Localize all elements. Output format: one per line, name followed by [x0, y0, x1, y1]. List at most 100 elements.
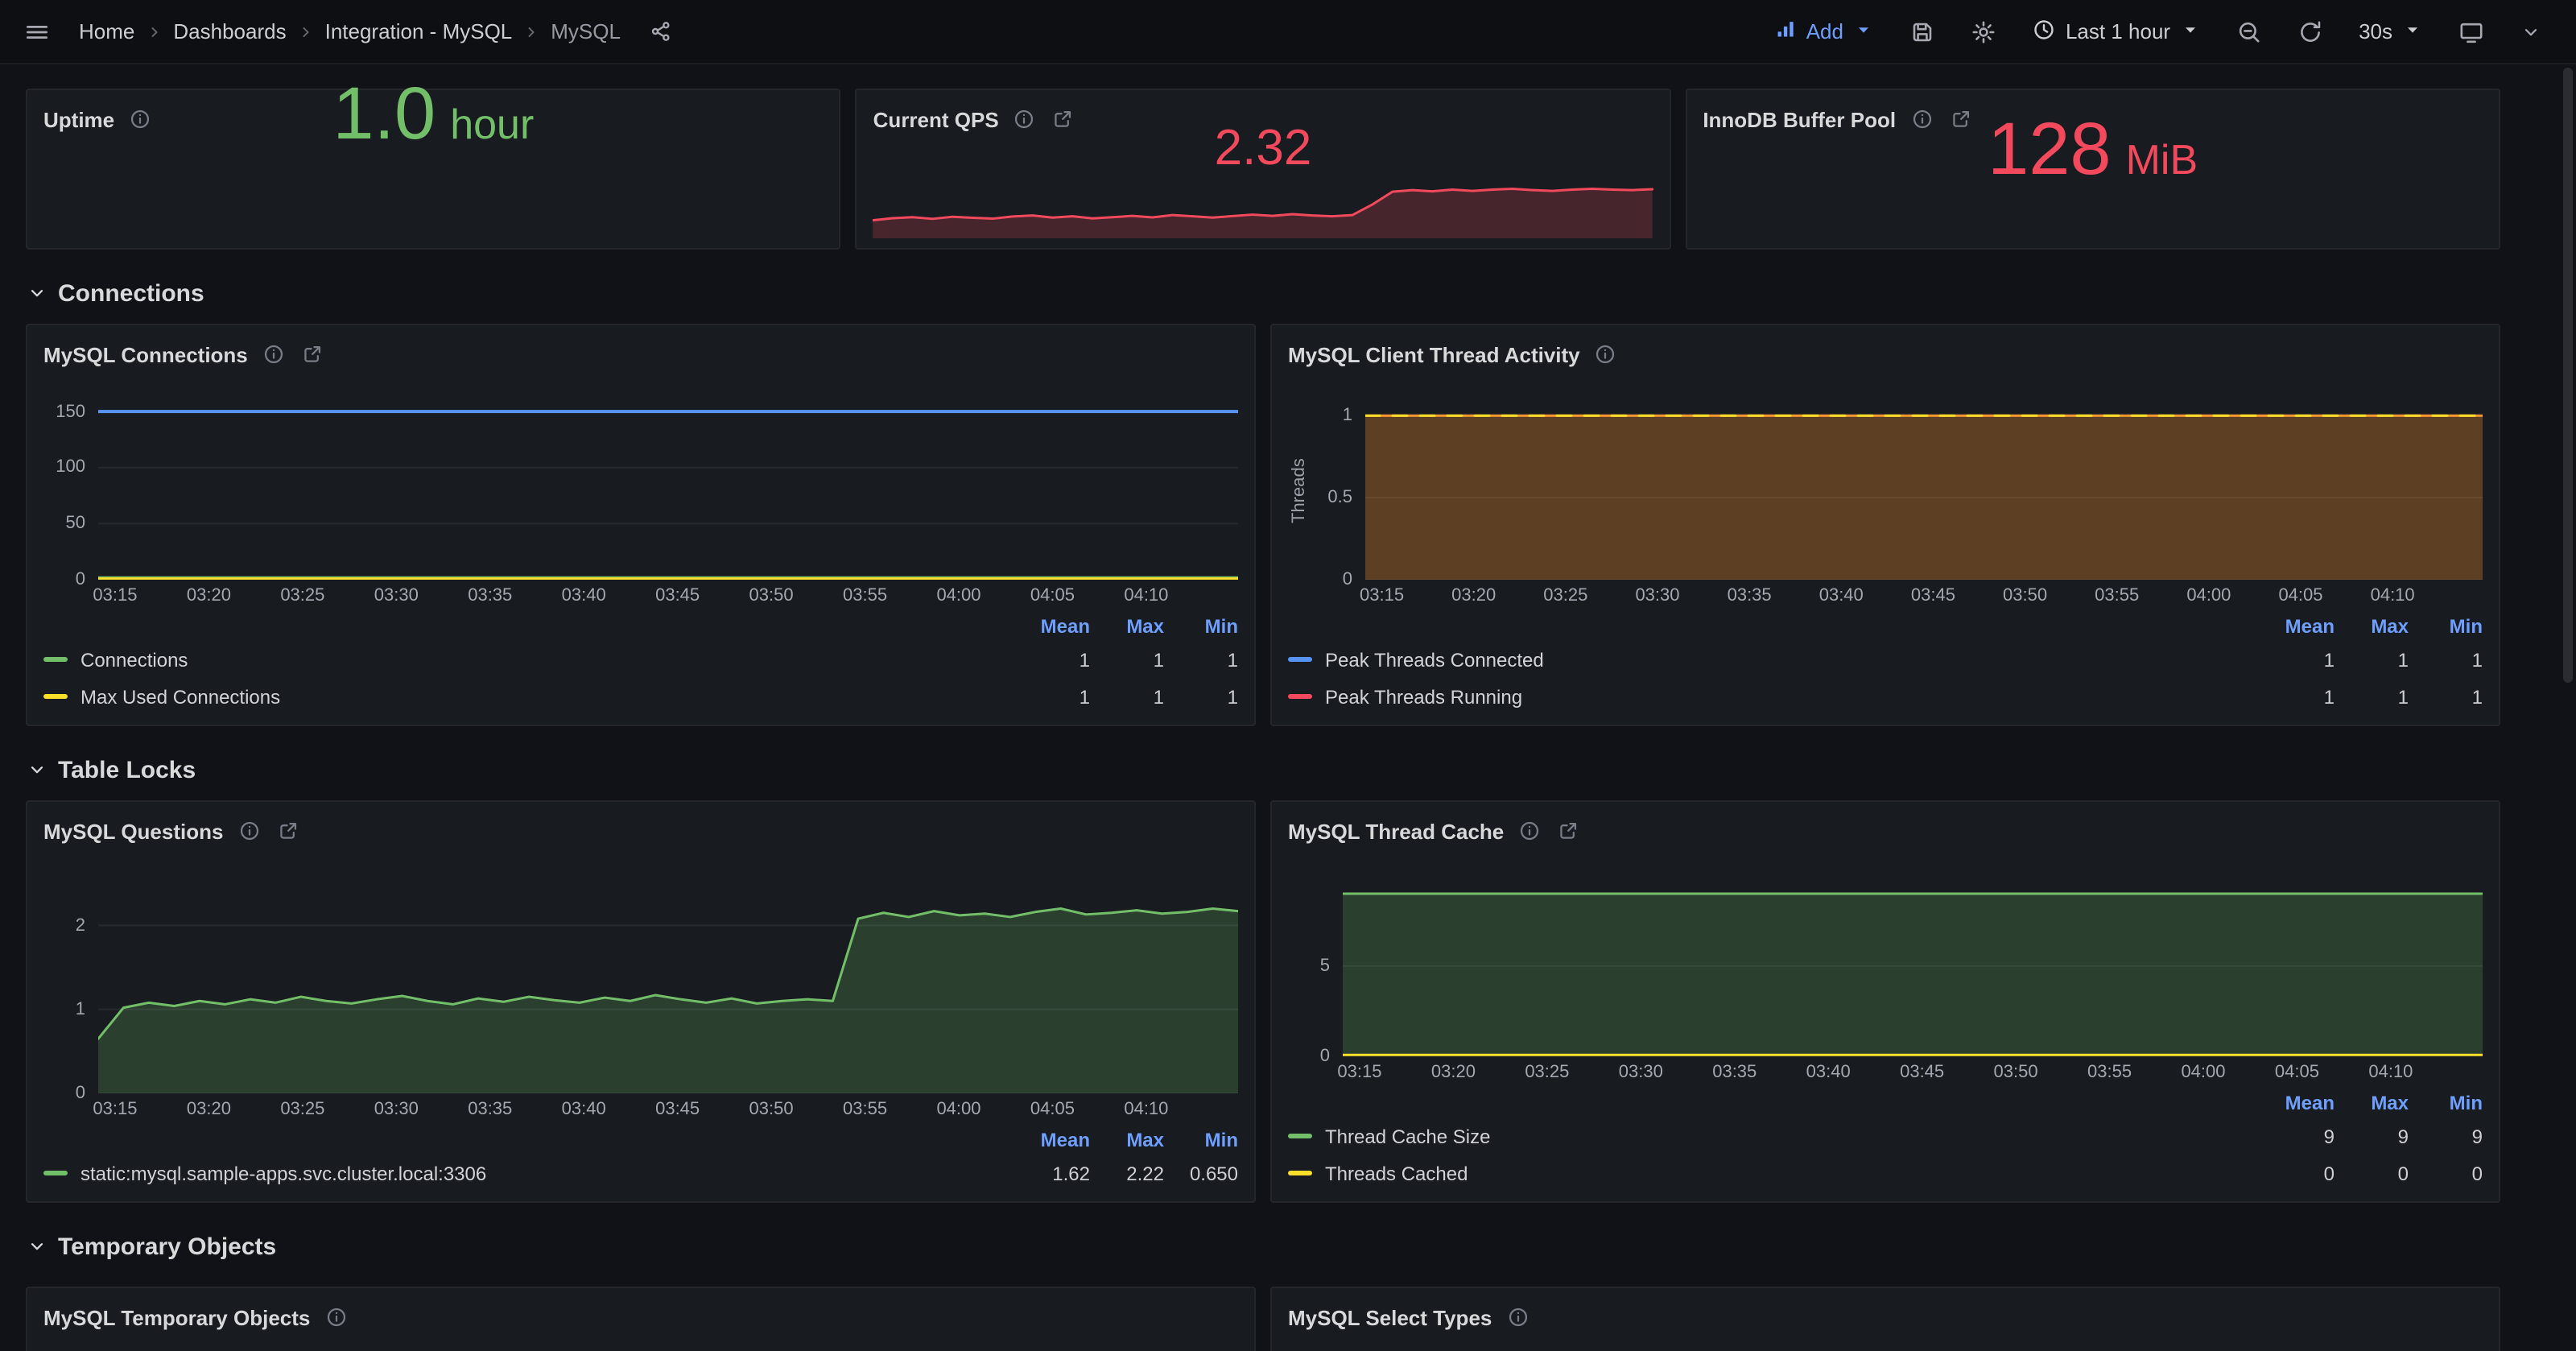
legend-series-name[interactable]: Thread Cache Size: [1325, 1125, 2260, 1147]
time-range-label: Last 1 hour: [2066, 19, 2170, 43]
info-icon[interactable]: [1013, 108, 1036, 130]
plot-area[interactable]: [98, 403, 1238, 580]
legend-sort-max[interactable]: Max: [2334, 1092, 2409, 1114]
tv-mode-icon[interactable]: [2454, 14, 2489, 49]
x-axis-tick: 03:35: [1712, 1063, 1757, 1082]
legend-sort-min[interactable]: Min: [2409, 1092, 2483, 1114]
legend-series-name[interactable]: Threads Cached: [1325, 1162, 2260, 1184]
legend-value: 0: [2334, 1162, 2409, 1184]
legend-series-name[interactable]: Peak Threads Running: [1325, 685, 2260, 708]
y-axis-tick: 0: [76, 570, 85, 589]
plot-area[interactable]: [98, 879, 1238, 1093]
panel-title-mysql-questions[interactable]: MySQL Questions: [43, 819, 223, 843]
stat-body: 128MiB: [1703, 138, 2483, 238]
panel-title-mysql-temporary-objects[interactable]: MySQL Temporary Objects: [43, 1305, 310, 1329]
plot-area[interactable]: [1343, 879, 2483, 1056]
dashboard-settings-icon[interactable]: [1966, 14, 2001, 49]
y-axis-tick: 150: [56, 402, 85, 421]
legend-sort-max[interactable]: Max: [1090, 615, 1164, 638]
legend-value: 1: [1016, 648, 1090, 671]
chevron-down-icon[interactable]: [2515, 15, 2547, 48]
section-header-table-locks[interactable]: Table Locks: [26, 749, 2500, 791]
legend-row: static:mysql.sample-apps.svc.cluster.loc…: [43, 1155, 1238, 1192]
share-icon[interactable]: [645, 14, 679, 48]
y-axis-label: Threads: [1288, 403, 1311, 580]
section-title: Temporary Objects: [58, 1233, 276, 1260]
legend-sort-max[interactable]: Max: [2334, 615, 2409, 638]
panel-header: MySQL Select Types: [1288, 1298, 2483, 1337]
legend: MeanMaxMinPeak Threads Connected111Peak …: [1288, 609, 2483, 715]
legend-value: 1: [2334, 648, 2409, 671]
legend-sort-min[interactable]: Min: [1164, 615, 1238, 638]
legend-series-name[interactable]: Max Used Connections: [80, 685, 1016, 708]
legend-sort-min[interactable]: Min: [2409, 615, 2483, 638]
legend-series-name[interactable]: Connections: [80, 648, 1016, 671]
legend-sort-mean[interactable]: Mean: [2260, 615, 2334, 638]
info-icon[interactable]: [1518, 820, 1541, 842]
legend-sort-mean[interactable]: Mean: [1016, 615, 1090, 638]
legend-sort-mean[interactable]: Mean: [2260, 1092, 2334, 1114]
panel-title-current-qps[interactable]: Current QPS: [873, 107, 999, 131]
info-icon[interactable]: [262, 343, 285, 366]
panel-header: MySQL Questions: [43, 812, 1238, 850]
external-link-icon[interactable]: [1557, 820, 1579, 842]
panel-mysql-temporary-objects: MySQL Temporary Objects: [26, 1287, 1256, 1351]
breadcrumb-item[interactable]: Dashboards: [165, 19, 294, 43]
panel-title-mysql-select-types[interactable]: MySQL Select Types: [1288, 1305, 1492, 1329]
external-link-icon[interactable]: [276, 820, 299, 842]
section-header-connections[interactable]: Connections: [26, 272, 2500, 314]
breadcrumb-item[interactable]: Home: [71, 19, 142, 43]
breadcrumb-item[interactable]: Integration - MySQL: [317, 19, 521, 43]
panel-title-mysql-thread-cache[interactable]: MySQL Thread Cache: [1288, 819, 1504, 843]
info-icon[interactable]: [324, 1306, 347, 1328]
external-link-icon[interactable]: [1949, 108, 1971, 130]
refresh-interval-picker[interactable]: 30s: [2354, 14, 2428, 49]
chart-canvas[interactable]: [1365, 403, 2483, 580]
panel-title-mysql-client-thread-activity[interactable]: MySQL Client Thread Activity: [1288, 342, 1580, 366]
panel-title-mysql-connections[interactable]: MySQL Connections: [43, 342, 248, 366]
plot-area[interactable]: [1365, 403, 2483, 580]
panel-innodb-buffer-pool: InnoDB Buffer Pool 128MiB: [1685, 89, 2500, 250]
x-axis-tick: 03:30: [1635, 586, 1679, 605]
legend-sort-min[interactable]: Min: [1164, 1129, 1238, 1151]
legend-series-name[interactable]: static:mysql.sample-apps.svc.cluster.loc…: [80, 1162, 1016, 1184]
zoom-out-time-icon[interactable]: [2231, 14, 2267, 49]
x-axis: 03:1503:2003:2503:3003:3503:4003:4503:50…: [1343, 1056, 2483, 1085]
legend-series-name[interactable]: Peak Threads Connected: [1325, 648, 2260, 671]
x-axis-tick: 04:05: [1030, 1100, 1075, 1119]
info-icon[interactable]: [1595, 343, 1617, 366]
info-icon[interactable]: [1506, 1306, 1529, 1328]
stats-row: Uptime1.0hourCurrent QPS2.32InnoDB Buffe…: [26, 89, 2500, 250]
scrollbar[interactable]: [2563, 68, 2573, 1348]
x-axis: 03:1503:2003:2503:3003:3503:4003:4503:50…: [98, 580, 1238, 609]
menu-toggle-button[interactable]: [19, 14, 55, 49]
panel-title-innodb-buffer-pool[interactable]: InnoDB Buffer Pool: [1703, 107, 1896, 131]
legend-sort-max[interactable]: Max: [1090, 1129, 1164, 1151]
chart-canvas[interactable]: [1343, 879, 2483, 1056]
chart-canvas[interactable]: [98, 403, 1238, 580]
chart-canvas[interactable]: [98, 879, 1238, 1093]
panel-header: MySQL Client Thread Activity: [1288, 335, 2483, 374]
legend-value: 1: [2334, 685, 2409, 708]
info-icon[interactable]: [237, 820, 260, 842]
legend-sort-mean[interactable]: Mean: [1016, 1129, 1090, 1151]
info-icon[interactable]: [1910, 108, 1933, 130]
scrollbar-thumb[interactable]: [2563, 68, 2573, 682]
stat-body: 1.0hour: [43, 138, 824, 238]
save-dashboard-icon[interactable]: [1905, 14, 1940, 49]
x-axis-tick: 03:55: [2087, 1063, 2132, 1082]
time-range-picker[interactable]: Last 1 hour: [2027, 12, 2206, 51]
x-axis-tick: 03:45: [1900, 1063, 1944, 1082]
series-swatch: [43, 657, 68, 662]
x-axis-tick: 03:40: [1819, 586, 1864, 605]
legend-header: MeanMaxMin: [1288, 1089, 2483, 1118]
panel-header: MySQL Temporary Objects: [43, 1298, 1238, 1337]
external-link-icon[interactable]: [1052, 108, 1075, 130]
add-panel-button[interactable]: Add: [1769, 13, 1879, 50]
legend-value: 1: [2409, 648, 2483, 671]
refresh-icon[interactable]: [2293, 14, 2328, 49]
section-header-temporary-objects[interactable]: Temporary Objects: [26, 1225, 2500, 1267]
external-link-icon[interactable]: [301, 343, 324, 366]
x-axis-tick: 04:05: [2275, 1063, 2319, 1082]
caret-down-icon: [2402, 19, 2423, 44]
